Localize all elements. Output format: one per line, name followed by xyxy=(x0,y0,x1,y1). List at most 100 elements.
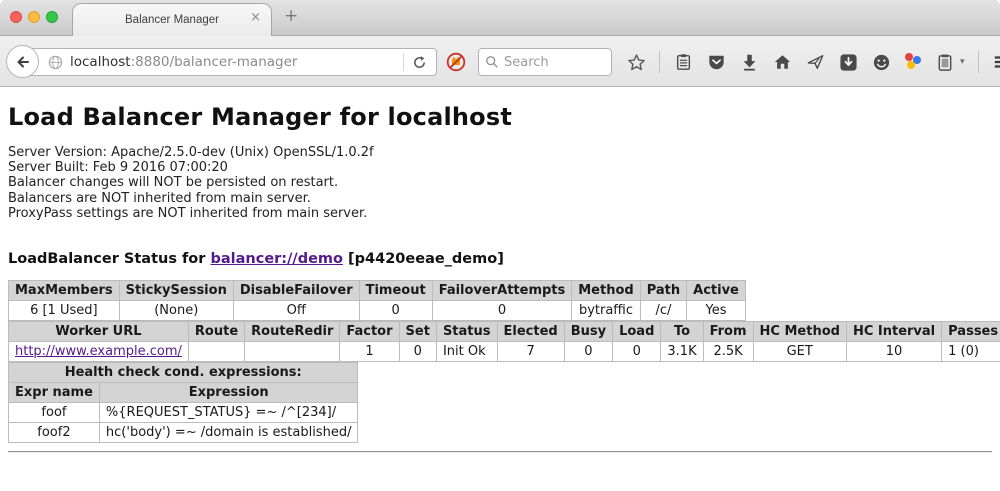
col-maxmembers: MaxMembers xyxy=(9,281,120,301)
col-set: Set xyxy=(399,322,436,342)
health-row-foof2: foof2 hc('body') =~ /domain is establish… xyxy=(9,423,358,443)
col-stickysession: StickySession xyxy=(119,281,233,301)
page-title: Load Balancer Manager for localhost xyxy=(8,103,992,131)
toolbar-icons: ▾ xyxy=(626,48,1000,76)
balancer-demo-link[interactable]: balancer://demo xyxy=(210,251,343,267)
addon-dots-icon[interactable] xyxy=(904,53,922,71)
col-busy: Busy xyxy=(564,322,612,342)
back-arrow-icon xyxy=(15,54,31,70)
val-stickysession: (None) xyxy=(119,301,233,321)
val-passes: 1 (0) xyxy=(942,342,1000,362)
status-heading-suffix: [p4420eeae_demo] xyxy=(343,251,504,267)
persist-note-line: Balancer changes will NOT be persisted o… xyxy=(8,175,992,190)
back-button[interactable] xyxy=(6,45,39,78)
url-text[interactable]: localhost:8880/balancer-manager xyxy=(70,54,403,70)
col-expression: Expression xyxy=(99,383,358,403)
reading-list-icon[interactable] xyxy=(673,52,693,72)
tab-title: Balancer Manager xyxy=(125,14,219,26)
col-hc-from: From xyxy=(703,322,753,342)
search-input[interactable] xyxy=(504,55,594,70)
val-path: /c/ xyxy=(640,301,686,321)
val-expression-foof2: hc('body') =~ /domain is established/ xyxy=(99,423,358,443)
worker-url-link[interactable]: http://www.example.com/ xyxy=(15,344,182,359)
val-expr-name-foof: foof xyxy=(9,403,100,423)
toolbar-divider xyxy=(659,51,660,73)
home-icon[interactable] xyxy=(772,52,792,72)
blocked-glyph-icon xyxy=(446,52,466,72)
close-window-button[interactable] xyxy=(10,11,22,23)
val-factor: 1 xyxy=(340,342,399,362)
feedback-smiley-icon[interactable] xyxy=(871,52,891,72)
col-method: Method xyxy=(572,281,640,301)
val-set: 0 xyxy=(399,342,436,362)
tab-bar: Balancer Manager × + xyxy=(0,0,1000,36)
val-busy: 0 xyxy=(564,342,612,362)
val-load: 0 xyxy=(613,342,661,362)
col-worker-url: Worker URL xyxy=(9,322,189,342)
chevron-down-icon[interactable]: ▾ xyxy=(960,57,965,67)
inherit-note-line: Balancers are NOT inherited from main se… xyxy=(8,191,992,206)
col-hc-method: HC Method xyxy=(753,322,846,342)
server-built-line: Server Built: Feb 9 2016 07:00:20 xyxy=(8,160,992,175)
balancer-header-row: MaxMembers StickySession DisableFailover… xyxy=(9,281,746,301)
val-routeredir xyxy=(245,342,340,362)
minimize-window-button[interactable] xyxy=(28,11,40,23)
col-hc-interval: HC Interval xyxy=(846,322,941,342)
navigation-toolbar: localhost:8880/balancer-manager xyxy=(0,36,1000,87)
page-content: Load Balancer Manager for localhost Serv… xyxy=(0,88,1000,491)
col-expr-name: Expr name xyxy=(9,383,100,403)
worker-header-row: Worker URL Route RouteRedir Factor Set S… xyxy=(9,322,1000,342)
val-expression-foof: %{REQUEST_STATUS} =~ /^[234]/ xyxy=(99,403,358,423)
search-icon xyxy=(485,55,499,69)
balancer-data-row: 6 [1 Used] (None) Off 0 0 bytraffic /c/ … xyxy=(9,301,746,321)
val-hc-interval: 10 xyxy=(846,342,941,362)
health-header-row: Expr name Expression xyxy=(9,383,358,403)
pocket-icon[interactable] xyxy=(706,52,726,72)
col-routeredir: RouteRedir xyxy=(245,322,340,342)
url-host: localhost xyxy=(70,54,131,70)
health-title-row: Health check cond. expressions: xyxy=(9,363,358,383)
col-to: To xyxy=(661,322,703,342)
bookmark-star-icon[interactable] xyxy=(626,52,646,72)
downloads-icon[interactable] xyxy=(739,52,759,72)
search-box[interactable] xyxy=(478,48,612,76)
col-route: Route xyxy=(188,322,244,342)
val-status: Init Ok xyxy=(436,342,497,362)
val-hc-method: GET xyxy=(753,342,846,362)
bottom-divider xyxy=(8,451,992,453)
tab-close-icon[interactable]: × xyxy=(250,11,261,24)
loadbalancer-status-heading: LoadBalancer Status for balancer://demo … xyxy=(8,251,992,267)
plugin-blocked-icon[interactable] xyxy=(446,52,466,72)
col-factor: Factor xyxy=(340,322,399,342)
worker-table: Worker URL Route RouteRedir Factor Set S… xyxy=(8,321,1000,362)
val-route xyxy=(188,342,244,362)
worker-data-row: http://www.example.com/ 1 0 Init Ok 7 0 … xyxy=(9,342,1000,362)
tab-balancer-manager[interactable]: Balancer Manager × xyxy=(72,3,272,36)
health-table-title: Health check cond. expressions: xyxy=(9,363,358,383)
globe-icon xyxy=(48,55,63,70)
urlbar-divider xyxy=(403,53,404,71)
reload-icon[interactable] xyxy=(412,55,427,70)
server-version-line: Server Version: Apache/2.5.0-dev (Unix) … xyxy=(8,145,992,160)
col-load: Load xyxy=(613,322,661,342)
val-method: bytraffic xyxy=(572,301,640,321)
browser-window: Balancer Manager × + localhost:8880/bala… xyxy=(0,0,1000,491)
col-disablefailover: DisableFailover xyxy=(233,281,359,301)
zoom-window-button[interactable] xyxy=(46,11,58,23)
val-timeout: 0 xyxy=(359,301,432,321)
val-expr-name-foof2: foof2 xyxy=(9,423,100,443)
url-bar[interactable]: localhost:8880/balancer-manager xyxy=(23,48,437,76)
col-passes: Passes xyxy=(942,322,1000,342)
col-elected: Elected xyxy=(497,322,564,342)
new-tab-button[interactable]: + xyxy=(284,8,298,25)
val-to: 3.1K xyxy=(661,342,703,362)
download-panel-icon[interactable] xyxy=(838,52,858,72)
share-icon[interactable] xyxy=(805,52,825,72)
session-manager-icon[interactable] xyxy=(935,52,955,72)
val-disablefailover: Off xyxy=(233,301,359,321)
col-failoverattempts: FailoverAttempts xyxy=(432,281,572,301)
server-info: Server Version: Apache/2.5.0-dev (Unix) … xyxy=(8,145,992,221)
status-heading-prefix: LoadBalancer Status for xyxy=(8,251,210,267)
menu-hamburger-icon[interactable] xyxy=(992,52,1000,72)
col-active: Active xyxy=(687,281,746,301)
